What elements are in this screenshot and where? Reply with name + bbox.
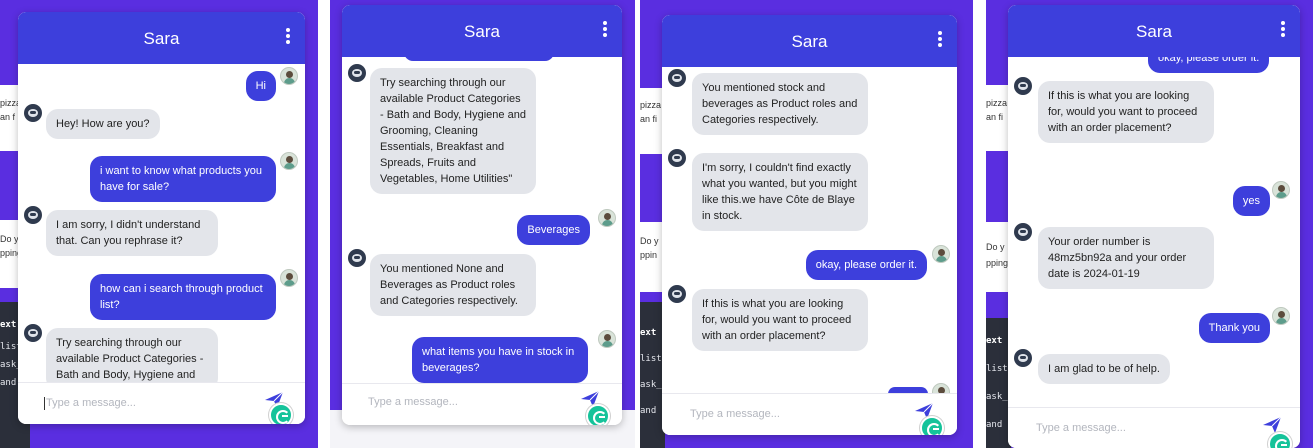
grammarly-icon[interactable]: [920, 416, 944, 435]
grammarly-icon[interactable]: [586, 404, 610, 425]
message-list[interactable]: okay, please order it. If this is what y…: [1008, 57, 1300, 407]
kebab-menu-icon[interactable]: [602, 21, 608, 39]
user-avatar-icon: [1272, 181, 1290, 199]
page-text: list: [986, 364, 1008, 374]
page-text: ext: [640, 328, 657, 338]
page-text: Do y: [0, 234, 19, 244]
message-list[interactable]: Try searching through our available Prod…: [342, 57, 622, 383]
message-list[interactable]: Hi Hey! How are you? i want to know what…: [18, 64, 305, 382]
kebab-menu-icon[interactable]: [285, 28, 291, 46]
bot-message: I'm sorry, I couldn't find exactly what …: [692, 153, 868, 231]
bot-avatar-icon: [668, 149, 686, 167]
panel-3: pizza an fi Do y ppin ext list ask_ and …: [640, 0, 973, 448]
bot-avatar-icon: [1014, 77, 1032, 95]
user-message: okay, please order it.: [805, 250, 927, 280]
kebab-menu-icon[interactable]: [1280, 21, 1286, 39]
user-message: i want to know what products you have fo…: [90, 156, 276, 202]
bot-message: I am glad to be of help.: [1038, 354, 1170, 384]
bot-message: Try searching through our available Prod…: [46, 328, 218, 382]
message-input[interactable]: [46, 393, 246, 413]
user-message: Beverages: [517, 215, 590, 245]
user-avatar-icon: [598, 330, 616, 348]
grammarly-icon[interactable]: [1268, 432, 1292, 448]
page-text: and: [640, 406, 657, 416]
message-input[interactable]: [1036, 418, 1236, 438]
page-text: an fi: [986, 112, 1004, 122]
user-message-partial: [404, 57, 554, 61]
panel-1: pizza an f Do y pping ext list ask_ and …: [0, 0, 318, 448]
user-avatar-icon: [280, 152, 298, 170]
page-text: ext: [0, 320, 17, 330]
user-avatar-icon: [280, 67, 298, 85]
page-text: ask_: [640, 380, 662, 390]
bot-avatar-icon: [668, 285, 686, 303]
page-text: pizza: [640, 100, 662, 110]
bot-avatar-icon: [348, 249, 366, 267]
user-avatar-icon: [598, 209, 616, 227]
page-text: ask_: [986, 392, 1008, 402]
panel-2: Sara Try searching through our available…: [330, 0, 635, 448]
bot-avatar-icon: [668, 69, 686, 87]
chat-header: Sara: [1008, 5, 1300, 57]
page-text: Do y: [986, 242, 1005, 252]
page-text: an f: [0, 112, 16, 122]
chat-footer: [662, 393, 957, 435]
bot-message: If this is what you are looking for, wou…: [1038, 81, 1214, 143]
page-text: pping: [986, 258, 1009, 268]
page-text: and: [986, 420, 1003, 430]
page-text: list: [640, 354, 662, 364]
panel-4: pizza an fi Do y pping ext list ask_ and…: [986, 0, 1313, 448]
text-cursor: [44, 397, 45, 410]
bot-message: Your order number is 48mz5bn92a and your…: [1038, 227, 1214, 289]
bot-message: You mentioned None and Beverages as Prod…: [370, 254, 536, 316]
bot-message: You mentioned stock and beverages as Pro…: [692, 73, 868, 135]
bot-message: Try searching through our available Prod…: [370, 68, 536, 194]
bot-message: I am sorry, I didn't understand that. Ca…: [46, 210, 218, 256]
page-text: pizza: [986, 98, 1008, 108]
bot-message: Hey! How are you?: [46, 109, 160, 139]
bot-avatar-icon: [1014, 349, 1032, 367]
screenshot-collage: pizza an f Do y pping ext list ask_ and …: [0, 0, 1313, 448]
page-text: Do y: [640, 236, 659, 246]
page-text: ext: [986, 336, 1003, 346]
bot-avatar-icon: [24, 324, 42, 342]
chat-footer: [18, 382, 305, 424]
user-avatar-icon: [932, 383, 950, 393]
user-message: Thank you: [1198, 313, 1270, 343]
page-text: and: [0, 378, 17, 388]
user-avatar-icon: [932, 245, 950, 263]
chat-header: Sara: [342, 5, 622, 57]
grammarly-icon[interactable]: [269, 403, 293, 424]
chat-widget: Sara okay, please order it. If this is w…: [1008, 5, 1300, 448]
bot-avatar-icon: [24, 206, 42, 224]
message-list[interactable]: You mentioned stock and beverages as Pro…: [662, 67, 957, 393]
chat-title: Sara: [791, 32, 828, 51]
user-message: okay, please order it.: [1148, 57, 1270, 73]
user-message: Hi: [245, 71, 276, 101]
kebab-menu-icon[interactable]: [937, 31, 943, 49]
chat-widget: Sara You mentioned stock and beverages a…: [662, 15, 957, 435]
user-avatar-icon: [1272, 307, 1290, 325]
user-avatar-icon: [280, 269, 298, 287]
bot-avatar-icon: [24, 104, 42, 122]
message-input[interactable]: [690, 404, 890, 424]
bot-avatar-icon: [1014, 223, 1032, 241]
page-text: an fi: [640, 114, 658, 124]
page-text: ppin: [640, 250, 658, 260]
chat-footer: [1008, 407, 1300, 448]
chat-title: Sara: [143, 29, 180, 48]
user-message: yes: [1232, 186, 1270, 216]
chat-widget: Sara Hi Hey! How are you? i want to know…: [18, 12, 305, 424]
user-message: how can i search through product list?: [90, 274, 276, 320]
bot-message: If this is what you are looking for, wou…: [692, 289, 868, 351]
chat-title: Sara: [1136, 22, 1172, 41]
chat-header: Sara: [18, 12, 305, 64]
bot-avatar-icon: [348, 64, 366, 82]
chat-title: Sara: [464, 22, 500, 41]
user-message: what items you have in stock in beverage…: [412, 337, 588, 383]
chat-header: Sara: [662, 15, 957, 67]
message-input[interactable]: [368, 392, 568, 412]
chat-footer: [342, 383, 622, 425]
chat-widget: Sara Try searching through our available…: [342, 5, 622, 425]
